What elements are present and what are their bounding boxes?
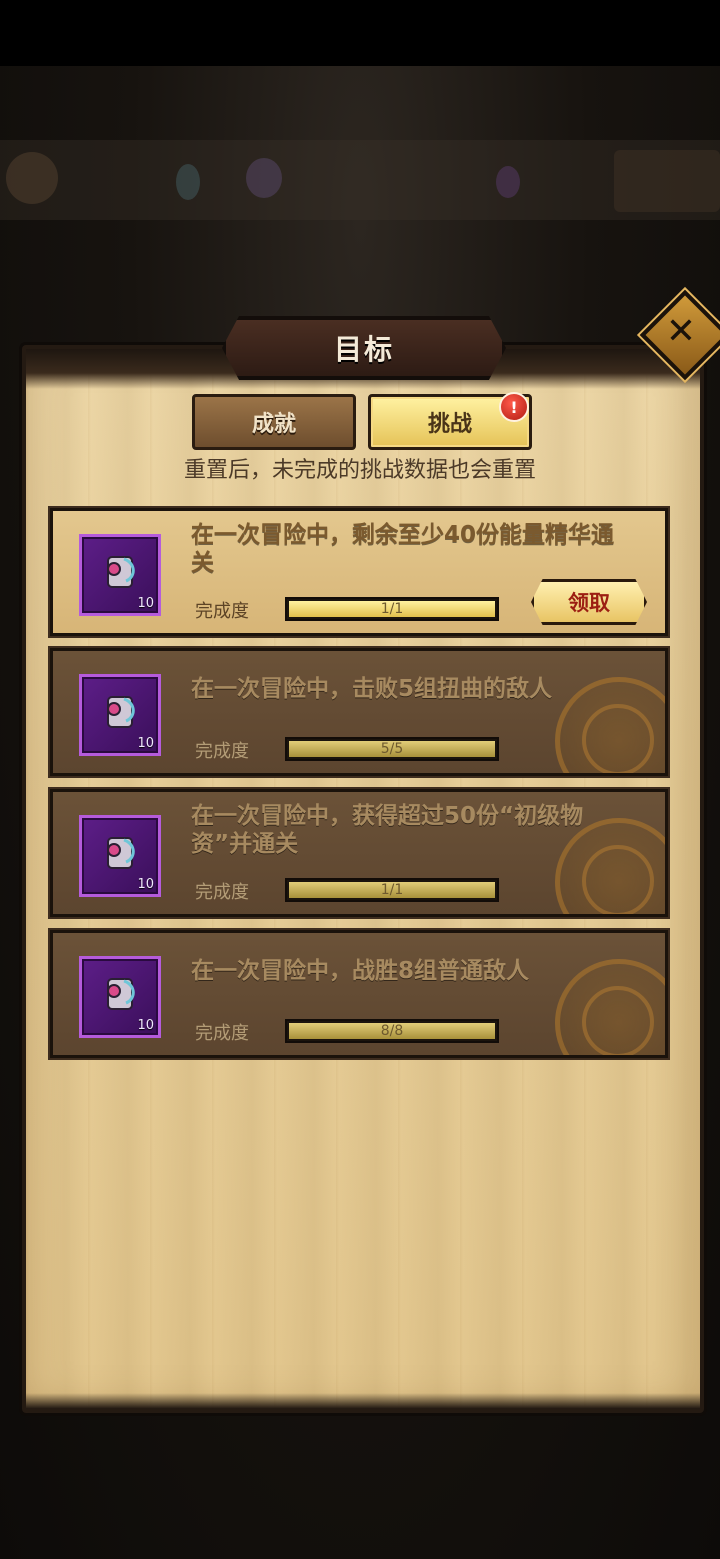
reward-item[interactable]: 10 [79, 674, 161, 756]
progress-label: 完成度 [195, 601, 249, 622]
reward-count: 10 [137, 736, 154, 751]
reset-notice: 重置后，未完成的挑战数据也会重置 [183, 458, 536, 483]
challenge-title: 在一次冒险中，战胜8组普通敌人 [191, 958, 530, 984]
background-icon [246, 158, 282, 198]
scroll-reward-icon [107, 978, 135, 1010]
challenge-card: 10 在一次冒险中，击败5组扭曲的敌人 完成度 5/5 [50, 648, 668, 776]
panel-title: 目标 [333, 333, 394, 366]
progress-text: 1/1 [380, 601, 404, 617]
progress-text: 8/8 [380, 1023, 404, 1039]
scroll-reward-icon [107, 696, 135, 728]
challenge-title: 在一次冒险中，获得超过50份“初级物资”并通关 [191, 803, 584, 857]
status-bar [0, 0, 720, 66]
challenge-card: 10 在一次冒险中，战胜8组普通敌人 完成度 8/8 [50, 930, 668, 1058]
progress-text: 1/1 [380, 882, 404, 898]
challenge-card: 10 在一次冒险中，剩余至少40份能量精华通关 完成度 1/1 领取 [50, 508, 668, 636]
progress-bar: 8/8 [285, 1019, 499, 1043]
scroll-reward-icon [107, 837, 135, 869]
challenge-title: 在一次冒险中，剩余至少40份能量精华通关 [191, 522, 615, 576]
reward-item[interactable]: 10 [79, 815, 161, 897]
progress-bar: 1/1 [285, 878, 499, 902]
challenge-card: 10 在一次冒险中，获得超过50份“初级物资”并通关 完成度 1/1 [50, 789, 668, 917]
background-top-bar [0, 140, 720, 220]
close-icon[interactable]: ✕ [653, 303, 709, 359]
alert-icon: ! [499, 392, 529, 422]
reward-count: 10 [137, 877, 154, 892]
panel-footer-band [26, 1393, 700, 1409]
background-icon [6, 152, 58, 204]
progress-label: 完成度 [195, 1023, 249, 1044]
progress-label: 完成度 [195, 741, 249, 762]
challenge-title: 在一次冒险中，击败5组扭曲的敌人 [191, 676, 553, 702]
background-icon [176, 164, 200, 200]
progress-bar: 1/1 [285, 597, 499, 621]
claim-button[interactable]: 领取 [531, 579, 647, 625]
progress-bar: 5/5 [285, 737, 499, 761]
background-icon [614, 150, 720, 212]
background-icon [496, 166, 520, 198]
scroll-reward-icon [107, 556, 135, 588]
reward-count: 10 [137, 596, 154, 611]
reward-item[interactable]: 10 [79, 956, 161, 1038]
reward-item[interactable]: 10 [79, 534, 161, 616]
progress-label: 完成度 [195, 882, 249, 903]
tab-achievements[interactable]: 成就 [192, 394, 356, 450]
progress-text: 5/5 [380, 741, 404, 757]
reward-count: 10 [137, 1018, 154, 1033]
title-plaque: 目标 [222, 316, 506, 380]
